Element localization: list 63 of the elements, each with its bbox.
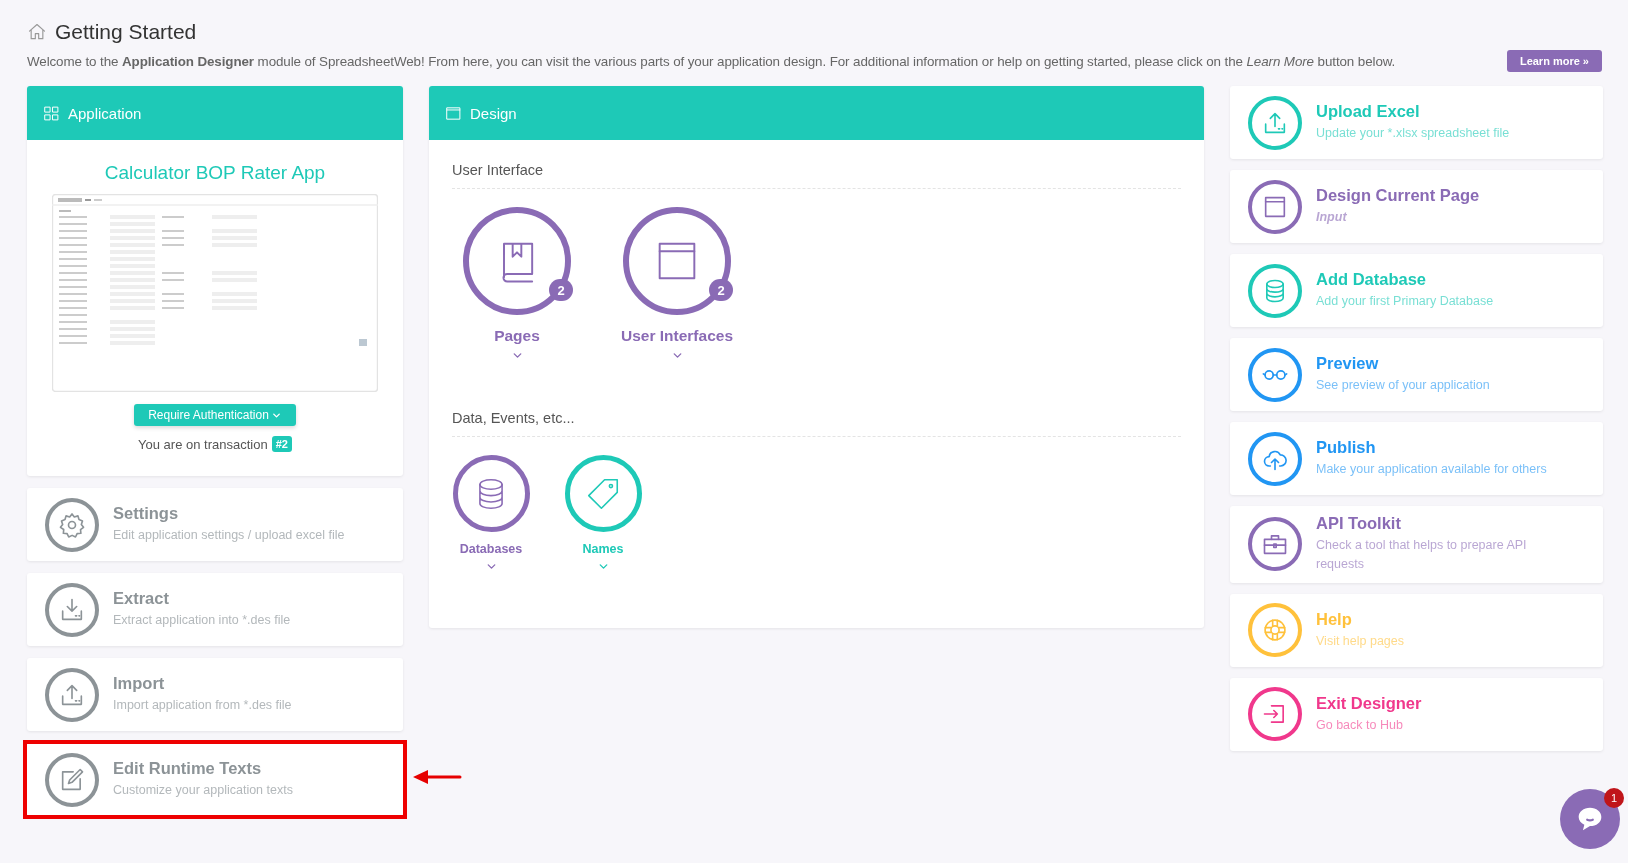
action-card[interactable]: Exit Designer Go back to Hub [1230,677,1603,751]
pointer-arrow [412,769,462,785]
panel-title: Application [68,104,142,122]
action-title: Exit Designer [1316,693,1422,713]
action-title: API Toolkit [1316,514,1402,533]
design-item-label[interactable]: User Interfaces [621,327,733,345]
page-title: Getting Started [55,20,197,44]
action-description: Go back to Hub [1316,716,1404,734]
action-description: Check a tool that helps to prepare API requests [1316,537,1528,574]
action-card[interactable]: Add Database Add your first Primary Database [1230,254,1603,327]
action-card[interactable]: Preview See preview of your application [1230,338,1603,411]
gear-icon [58,510,86,539]
action-description: Visit help pages [1316,632,1405,650]
action-title: Import [113,673,166,693]
design-item-label[interactable]: Names [582,542,624,556]
count-badge: 2 [549,279,573,301]
action-card[interactable]: Extract Extract application into *.des file [27,573,403,646]
grid-icon [43,104,60,122]
transaction-label: You are on transaction [138,436,268,452]
action-description: Make your application available for others [1316,460,1547,478]
action-card[interactable]: Design Current Page Input [1230,170,1603,243]
action-description: Edit application settings / upload excel file [113,526,345,544]
action-description: Input [1316,208,1348,226]
action-card[interactable]: Help Visit help pages [1230,593,1603,667]
action-card[interactable]: Edit Runtime Texts Customize your application texts [27,743,403,816]
action-description: Import application from *.des file [113,696,292,714]
design-item-circle[interactable]: 2 [463,207,571,315]
action-description: Add your first Primary Database [1316,292,1494,310]
action-title: Edit Runtime Texts [113,758,263,778]
action-card[interactable]: Import Import application from *.des file [27,658,403,731]
notification-badge: 1 [1604,788,1624,808]
action-title: Help [1316,609,1353,629]
action-card[interactable]: Upload Excel Update your *.xlsx spreadsheet file [1230,86,1603,159]
section-heading: User Interface [452,162,1181,189]
app-name: Calculator BOP Rater App [104,162,326,184]
count-badge: 2 [709,279,733,301]
action-description: See preview of your application [1316,376,1490,394]
action-description: Extract application into *.des file [113,611,291,629]
action-title: Add Database [1316,269,1428,289]
design-item-circle[interactable] [452,455,530,532]
transaction-badge: #2 [271,436,292,452]
action-description: Customize your application texts [113,781,293,799]
design-item-label[interactable]: Pages [494,327,540,345]
action-title: Design Current Page [1316,185,1480,205]
action-title: Upload Excel [1316,101,1421,121]
action-title: Extract [113,588,170,608]
action-title: Settings [113,503,180,523]
learn-more-button[interactable]: Learn more » [1506,50,1602,72]
welcome-text: Welcome to the Application Designer module of SpreadsheetWeb! From here, you can visit the various parts of your application design. For additional information or help on getting started, please click on the Learn More button below. [27,53,1396,69]
require-authentication-dropdown[interactable]: Require Authentication [134,404,296,426]
action-card[interactable]: Publish Make your application available for others [1230,422,1603,495]
design-item-circle[interactable] [564,455,642,532]
action-card[interactable]: API Toolkit Check a tool that helps to prepare API requests [1230,506,1603,583]
section-heading: Data, Events, etc... [452,410,1181,437]
panel-title: Design [470,104,517,122]
action-description: Update your *.xlsx spreadsheet file [1316,124,1510,142]
action-title: Preview [1316,353,1380,373]
design-item-circle[interactable]: 2 [623,207,731,315]
action-card[interactable]: Settings Edit application settings / upload excel file [27,488,403,561]
home-icon [27,22,47,42]
window-icon [445,104,462,122]
action-title: Publish [1316,437,1377,457]
design-item-label[interactable]: Databases [459,542,523,556]
